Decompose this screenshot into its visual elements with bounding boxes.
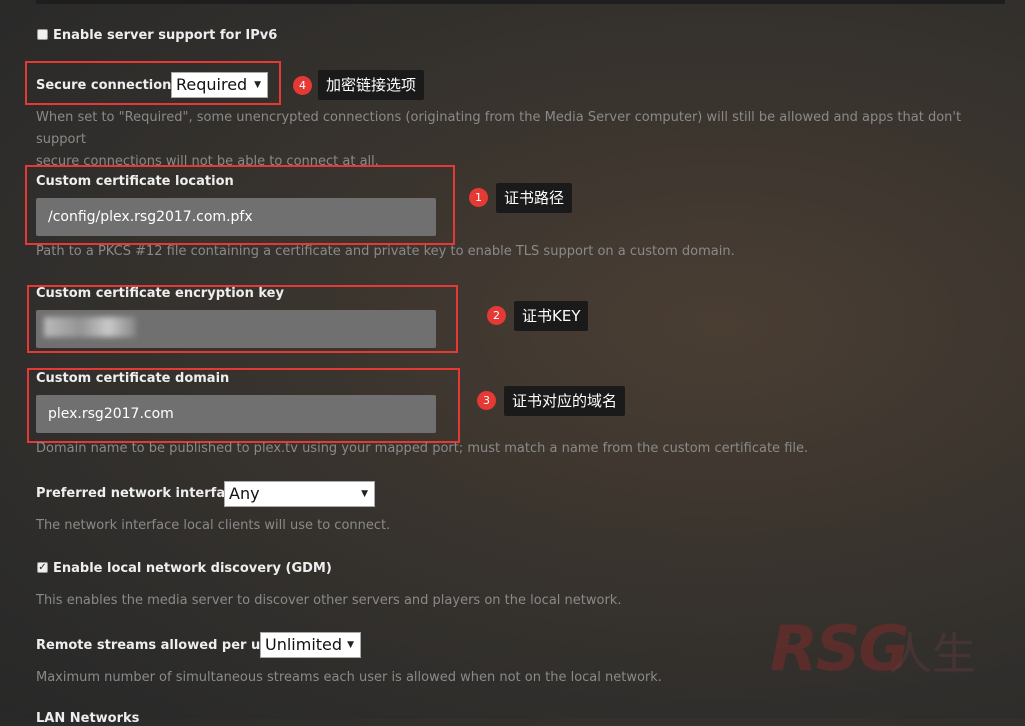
secure-connections-label: Secure connections — [36, 78, 180, 93]
secure-connections-value: Required — [176, 75, 248, 94]
gdm-help: This enables the media server to discove… — [36, 593, 622, 608]
dropdown-arrow-icon: ▼ — [254, 80, 261, 90]
cert-domain-input[interactable]: plex.rsg2017.com — [36, 395, 436, 433]
annotation-badge-3: 3 — [477, 391, 496, 410]
cert-key-label: Custom certificate encryption key — [36, 286, 284, 301]
remote-streams-label: Remote streams allowed per user — [36, 638, 284, 653]
network-interface-value: Any — [229, 484, 260, 503]
annotation-badge-2: 2 — [487, 306, 506, 325]
secure-connections-help: When set to "Required", some unencrypted… — [36, 107, 996, 173]
secure-help-line1: When set to "Required", some unencrypted… — [36, 110, 962, 147]
annotation-callout-1: 证书路径 — [496, 183, 573, 213]
cert-domain-help: Domain name to be published to plex.tv u… — [36, 441, 809, 456]
secure-connections-select[interactable]: Required ▼ — [171, 72, 268, 98]
rsg-watermark-text: 人生 — [888, 629, 976, 680]
annotation-callout-3: 证书对应的域名 — [504, 386, 626, 416]
annotation-callout-4: 加密链接选项 — [318, 70, 425, 100]
network-interface-select[interactable]: Any ▼ — [224, 481, 375, 507]
top-divider — [36, 0, 1005, 4]
cert-location-help: Path to a PKCS #12 file containing a cer… — [36, 244, 735, 259]
cert-domain-label: Custom certificate domain — [36, 371, 230, 386]
gdm-checkbox[interactable]: ✓ — [37, 562, 48, 573]
redacted-key-blur — [44, 317, 136, 337]
annotation-badge-1: 1 — [469, 188, 488, 207]
ipv6-checkbox[interactable] — [37, 29, 48, 40]
annotation-badge-4: 4 — [293, 76, 312, 95]
remote-streams-select[interactable]: Unlimited ▼ — [260, 632, 361, 658]
dropdown-arrow-icon: ▼ — [361, 489, 368, 499]
dropdown-arrow-icon: ▼ — [347, 640, 354, 650]
cert-location-label: Custom certificate location — [36, 174, 234, 189]
gdm-label: Enable local network discovery (GDM) — [53, 561, 332, 576]
rsg-watermark-logo: RSG — [770, 612, 909, 685]
ipv6-label: Enable server support for IPv6 — [53, 28, 278, 43]
cert-location-input[interactable]: /config/plex.rsg2017.com.pfx — [36, 198, 436, 236]
network-interface-label: Preferred network interface — [36, 486, 242, 501]
remote-streams-value: Unlimited — [265, 635, 343, 654]
network-interface-help: The network interface local clients will… — [36, 518, 391, 533]
annotation-callout-2: 证书KEY — [514, 301, 589, 331]
remote-streams-help: Maximum number of simultaneous streams e… — [36, 670, 662, 685]
